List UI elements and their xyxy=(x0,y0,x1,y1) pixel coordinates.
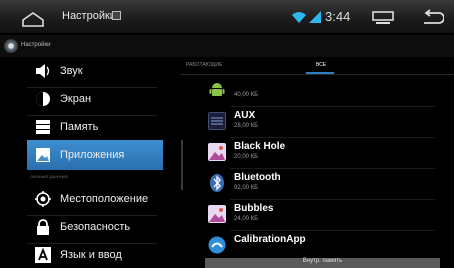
sidebar-item-sound[interactable]: Звук xyxy=(27,56,163,86)
storage-icon xyxy=(36,120,50,134)
list-item[interactable]: AUX 28,00 КБ xyxy=(200,107,435,138)
sidebar-item-label: Приложения xyxy=(60,149,125,161)
sidebar-item-screen[interactable]: Экран xyxy=(27,84,163,114)
sidebar-item-security[interactable]: Безопасность xyxy=(27,212,163,242)
action-bar-title: Настройки xyxy=(21,42,51,48)
apps-icon xyxy=(36,148,50,162)
app-size: 24,00 КБ xyxy=(234,216,259,222)
android-icon xyxy=(209,83,225,96)
sidebar-item-apps[interactable]: Приложения xyxy=(27,140,163,170)
app-name: Bluetooth xyxy=(234,172,281,183)
app-list: 40,00 КБ AUX 28,00 КБ Black Hole 20,00 К… xyxy=(200,76,454,268)
wifi-icon xyxy=(292,12,306,23)
sidebar-item-label: Безопасность xyxy=(60,221,131,233)
storage-label: Внутр. память xyxy=(302,258,343,264)
app-name: AUX xyxy=(234,110,256,121)
section-header: ЛИЧНЫЕ ДАННЫЕ xyxy=(30,174,69,179)
app-size: 92,00 КБ xyxy=(234,185,259,191)
list-item[interactable]: Black Hole 20,00 КБ xyxy=(200,138,435,169)
clock: 3:44 xyxy=(325,9,351,24)
recent-apps-icon[interactable] xyxy=(371,10,395,26)
picture-icon xyxy=(208,205,226,223)
app-size: 20,00 КБ xyxy=(234,154,259,160)
calibration-icon xyxy=(208,236,226,254)
list-item[interactable]: Bubbles 24,00 КБ xyxy=(200,200,435,231)
sound-icon xyxy=(36,64,50,78)
back-icon[interactable] xyxy=(422,9,444,27)
lock-icon xyxy=(37,219,49,235)
sidebar-item-label: Местоположение xyxy=(60,193,149,205)
tab-bar: РАБОТАЮЩИЕ ВСЕ xyxy=(180,57,454,75)
location-icon xyxy=(35,191,51,207)
sidebar-item-language[interactable]: Язык и ввод xyxy=(27,240,163,268)
list-item[interactable]: Bluetooth 92,00 КБ xyxy=(200,169,435,200)
sidebar-item-storage[interactable]: Память xyxy=(27,112,163,142)
app-name: CalibrationApp xyxy=(234,234,306,245)
sidebar-item-label: Звук xyxy=(60,65,83,77)
status-title: Настройки xyxy=(62,10,116,22)
settings-sidebar: Звук Экран Память Приложения ЛИЧНЫЕ ДАНН… xyxy=(0,57,172,268)
signal-icon xyxy=(309,11,321,23)
status-bar: Настройки 3:44 xyxy=(0,0,454,34)
app-size: 28,00 КБ xyxy=(234,123,259,129)
sidebar-item-label: Память xyxy=(60,121,99,133)
sidebar-scrollbar[interactable] xyxy=(181,140,183,190)
sidebar-item-location[interactable]: Местоположение xyxy=(27,184,163,214)
language-icon xyxy=(35,247,51,263)
action-bar: Настройки xyxy=(0,35,454,57)
tab-divider xyxy=(180,74,454,75)
aux-icon xyxy=(208,112,226,130)
sidebar-item-label: Язык и ввод xyxy=(60,249,122,261)
settings-gear-icon[interactable] xyxy=(4,39,18,53)
storage-bar: Внутр. память xyxy=(205,258,440,268)
app-size: 40,00 КБ xyxy=(234,92,259,98)
bluetooth-icon xyxy=(210,174,224,192)
list-item[interactable]: 40,00 КБ xyxy=(200,76,435,107)
app-name: Bubbles xyxy=(234,203,274,214)
screenshot-icon xyxy=(112,11,121,20)
sidebar-item-label: Экран xyxy=(60,93,92,105)
tab-running[interactable]: РАБОТАЮЩИЕ xyxy=(186,62,222,68)
app-name: Black Hole xyxy=(234,141,286,152)
picture-icon xyxy=(208,143,226,161)
screen-brightness-icon xyxy=(36,92,50,106)
tab-all[interactable]: ВСЕ xyxy=(316,62,326,68)
home-icon[interactable] xyxy=(22,11,44,27)
